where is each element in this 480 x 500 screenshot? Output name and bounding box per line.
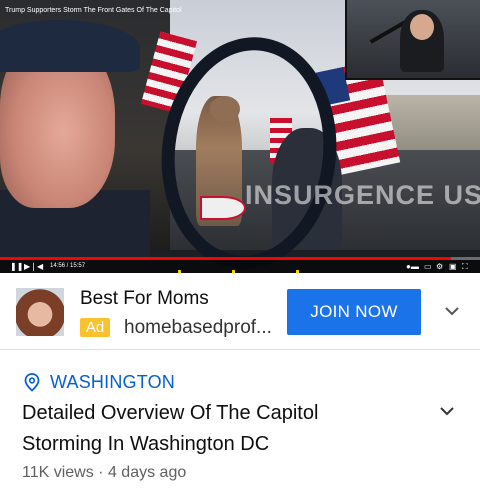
time-display: 14:56 / 15:57: [50, 263, 86, 269]
fullscreen-icon[interactable]: ⛶: [462, 262, 468, 271]
advertiser-name[interactable]: Best For Moms: [80, 288, 209, 310]
video-title-overlay: Trump Supporters Storm The Front Gates O…: [5, 7, 182, 14]
miniplayer-icon[interactable]: ▣: [449, 262, 457, 271]
join-now-button[interactable]: JOIN NOW: [287, 289, 421, 335]
subtitles-icon[interactable]: ▭: [424, 262, 432, 271]
webcam-person-face: [410, 14, 434, 40]
location-link[interactable]: WASHINGTON: [50, 372, 175, 393]
autoplay-toggle-icon[interactable]: ●▬: [406, 262, 419, 271]
next-icon[interactable]: ▶❘: [24, 262, 37, 271]
settings-icon[interactable]: ⚙: [436, 262, 443, 271]
volume-icon[interactable]: ◀: [37, 262, 43, 271]
expand-description-chevron-icon[interactable]: [438, 402, 456, 420]
ad-domain[interactable]: homebasedprof...: [124, 317, 272, 339]
advertiser-avatar[interactable]: [16, 288, 64, 336]
video-title[interactable]: Detailed Overview Of The Capitol Stormin…: [22, 398, 402, 460]
chevron-down-icon[interactable]: [443, 302, 461, 320]
divider: [0, 349, 480, 350]
pause-icon[interactable]: ❚❚: [10, 262, 23, 271]
location-pin-icon: [24, 373, 40, 392]
video-meta: 11K views · 4 days ago: [22, 464, 187, 481]
player-controls: ❚❚ ▶❘ ◀ 14:56 / 15:57 ●▬ ▭ ⚙ ▣ ⛶: [0, 260, 480, 273]
ad-badge: Ad: [80, 318, 110, 337]
video-player[interactable]: INSURGENCE USA Trump Supporters Storm Th…: [0, 0, 480, 273]
video-watermark: INSURGENCE USA: [245, 180, 480, 210]
